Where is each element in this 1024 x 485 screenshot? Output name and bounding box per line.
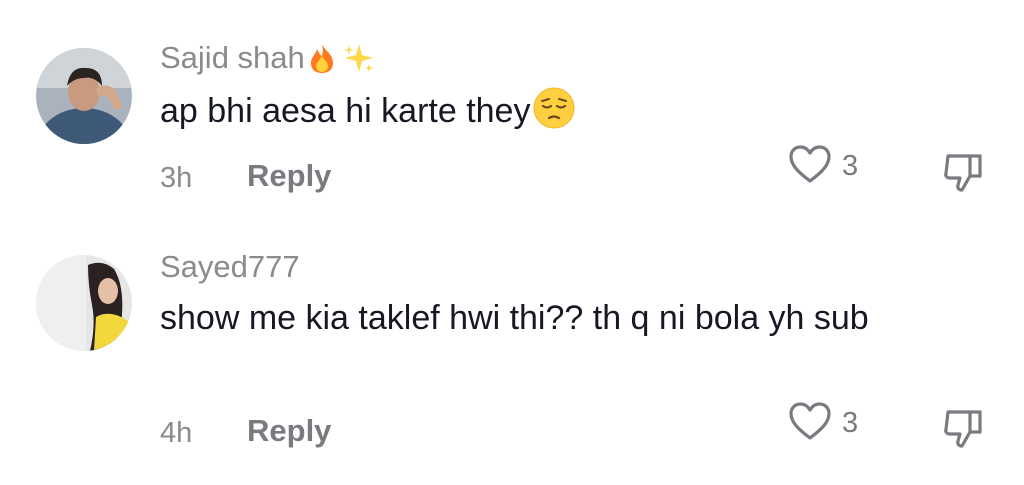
reply-button[interactable]: Reply xyxy=(247,413,331,449)
comment-text-content: ap bhi aesa hi karte they xyxy=(160,92,531,130)
username[interactable]: Sajid shah xyxy=(160,40,375,82)
username-text: Sajid shah xyxy=(160,40,305,75)
like-count: 3 xyxy=(842,149,859,182)
thumbs-down-icon xyxy=(940,410,988,456)
pensive-face-emoji xyxy=(532,86,576,143)
heart-icon xyxy=(788,144,832,189)
comment-text: ap bhi aesa hi karte they xyxy=(160,86,960,143)
comment-time: 3h xyxy=(160,162,193,194)
thumbs-down-icon xyxy=(940,154,988,200)
comment-text: show me kia taklef hwi thi?? th q ni bol… xyxy=(160,299,869,337)
like-button[interactable]: 3 xyxy=(788,401,866,445)
heart-icon xyxy=(788,401,832,446)
username[interactable]: Sayed777 xyxy=(160,249,300,285)
sparkles-emoji xyxy=(343,42,375,82)
reply-button[interactable]: Reply xyxy=(247,158,331,194)
comment-time: 4h xyxy=(160,417,193,449)
like-button[interactable]: 3 xyxy=(788,144,866,188)
avatar[interactable] xyxy=(36,48,132,144)
like-count: 3 xyxy=(842,406,859,439)
avatar[interactable] xyxy=(36,255,132,351)
dislike-button[interactable] xyxy=(940,404,988,452)
dislike-button[interactable] xyxy=(940,148,988,196)
fire-emoji xyxy=(307,42,337,82)
